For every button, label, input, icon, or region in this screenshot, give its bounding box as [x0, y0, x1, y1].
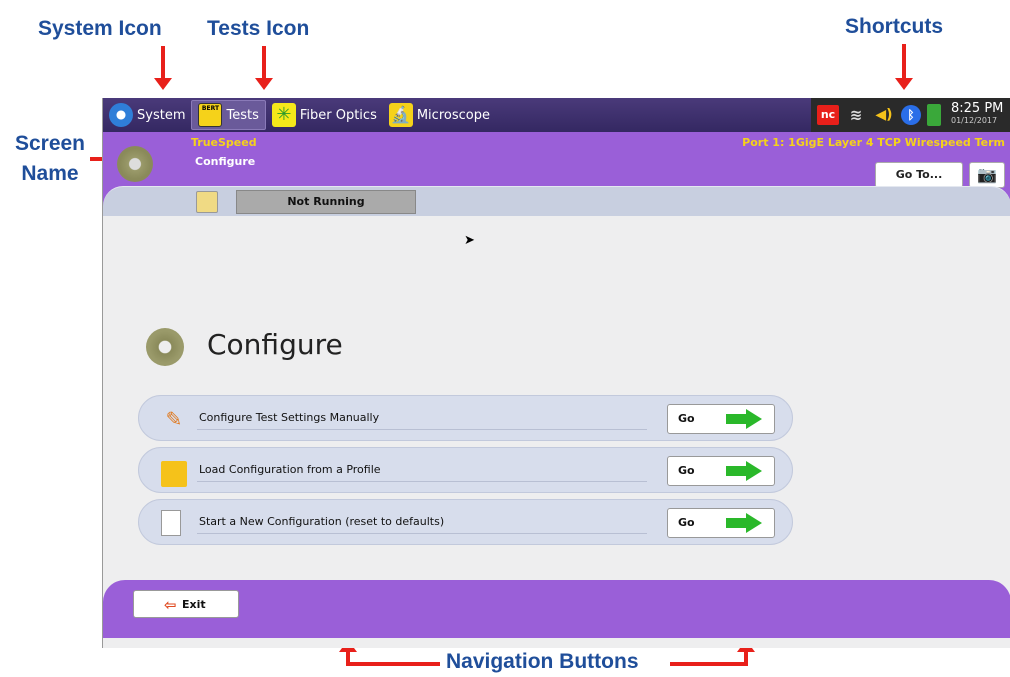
wifi-icon[interactable]: ≋	[845, 105, 867, 125]
go-button[interactable]: Go	[667, 456, 775, 486]
microscope-tab[interactable]: 🔬 Microscope	[383, 100, 496, 130]
option-label: Start a New Configuration (reset to defa…	[199, 515, 445, 528]
gear-icon	[109, 103, 133, 127]
tests-tab[interactable]: BERT Tests	[191, 100, 266, 130]
callout-arrowhead	[895, 78, 913, 90]
status-bar: Not Running	[103, 186, 1010, 216]
tests-tab-label: Tests	[226, 107, 259, 123]
pencil-icon: ✎	[165, 407, 183, 431]
callout-shortcuts: Shortcuts	[845, 15, 944, 38]
exit-label: Exit	[182, 598, 206, 611]
clock-time: 8:25 PM	[951, 101, 1004, 116]
status-indicator	[196, 191, 218, 213]
go-button[interactable]: Go	[667, 508, 775, 538]
battery-icon[interactable]	[927, 104, 941, 126]
fiber-icon: ✳	[271, 103, 296, 127]
go-label: Go	[678, 516, 695, 529]
exit-icon: ⇦	[164, 596, 177, 614]
option-label: Configure Test Settings Manually	[199, 411, 380, 424]
option-label: Load Configuration from a Profile	[199, 463, 381, 476]
option-new-configuration[interactable]: Start a New Configuration (reset to defa…	[138, 499, 793, 545]
go-label: Go	[678, 412, 695, 425]
arrow-right-icon	[726, 513, 762, 533]
folder-icon	[161, 461, 187, 487]
callout-arrow	[902, 44, 906, 80]
shortcuts-bar: nc ≋ ◀) ᛒ 8:25 PM 01/12/2017	[811, 98, 1010, 132]
callout-system-icon: System Icon	[38, 17, 162, 40]
clock: 8:25 PM 01/12/2017	[951, 101, 1004, 127]
new-document-icon	[161, 510, 181, 536]
device-screen: System BERT Tests ✳ Fiber Optics 🔬 Micro…	[102, 98, 1010, 648]
microscope-tab-label: Microscope	[416, 107, 490, 123]
go-label: Go	[678, 464, 695, 477]
system-tab[interactable]: System	[103, 100, 191, 130]
callout-arrow	[670, 662, 748, 666]
configure-gear-icon	[146, 328, 184, 366]
bert-icon: BERT	[198, 103, 223, 127]
status-text: Not Running	[236, 190, 416, 214]
fiber-optics-tab-label: Fiber Optics	[299, 107, 377, 123]
nc-icon[interactable]: nc	[817, 105, 839, 125]
test-name: TrueSpeed	[191, 136, 257, 149]
microscope-icon: 🔬	[388, 103, 413, 127]
system-tab-label: System	[137, 107, 186, 123]
camera-icon[interactable]: 📷	[969, 162, 1005, 188]
test-gear-icon	[117, 146, 153, 182]
page-title: Configure	[207, 328, 343, 361]
port-info: Port 1: 1GigE Layer 4 TCP Wirespeed Term	[742, 136, 1005, 149]
option-underline	[197, 481, 647, 482]
mouse-cursor-icon: ➤	[464, 233, 475, 248]
option-underline	[197, 429, 647, 430]
callout-tests-icon: Tests Icon	[207, 17, 310, 40]
callout-arrow	[346, 662, 440, 666]
top-bar: System BERT Tests ✳ Fiber Optics 🔬 Micro…	[103, 98, 1010, 132]
clock-date: 01/12/2017	[951, 116, 998, 125]
bluetooth-icon[interactable]: ᛒ	[901, 105, 921, 125]
arrow-right-icon	[726, 409, 762, 429]
option-load-profile[interactable]: Load Configuration from a Profile Go	[138, 447, 793, 493]
callout-screen-name: Screen Name	[14, 132, 86, 185]
screen-name: Configure	[195, 155, 256, 168]
navigation-bar: ⇦ Exit	[103, 580, 1010, 638]
callout-navigation-buttons: Navigation Buttons	[446, 650, 639, 673]
callout-arrow	[161, 46, 165, 80]
exit-button[interactable]: ⇦ Exit	[133, 590, 239, 618]
volume-icon[interactable]: ◀)	[873, 105, 895, 125]
arrow-right-icon	[726, 461, 762, 481]
fiber-optics-tab[interactable]: ✳ Fiber Optics	[266, 100, 383, 130]
go-button[interactable]: Go	[667, 404, 775, 434]
goto-button[interactable]: Go To...	[875, 162, 963, 188]
callout-arrowhead	[255, 78, 273, 90]
option-underline	[197, 533, 647, 534]
callout-arrow	[262, 46, 266, 80]
option-configure-manually[interactable]: ✎ Configure Test Settings Manually Go	[138, 395, 793, 441]
callout-arrowhead	[154, 78, 172, 90]
